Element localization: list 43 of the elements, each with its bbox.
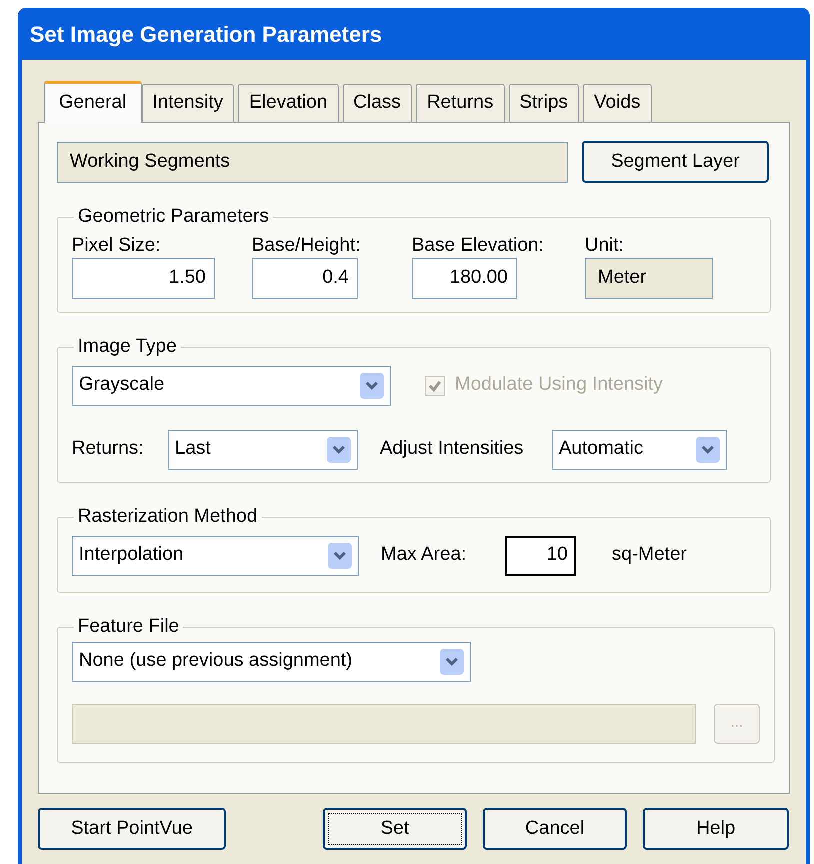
window-title: Set Image Generation Parameters — [30, 20, 382, 49]
tab[interactable]: Voids — [583, 84, 652, 122]
tab[interactable]: Elevation — [238, 84, 339, 122]
unit-label: sq-Meter — [612, 543, 687, 568]
group-title: Image Type — [77, 335, 178, 359]
field-label: Base Elevation: — [412, 234, 546, 258]
unit-field: Meter — [585, 258, 713, 298]
dropdown[interactable]: Grayscale — [72, 366, 391, 406]
tab[interactable]: General — [44, 81, 142, 123]
field-label: Returns: — [72, 437, 145, 462]
group-title: Feature File — [77, 615, 180, 639]
field-label: Max Area: — [381, 543, 468, 568]
chevron-down-icon — [360, 372, 384, 398]
dropdown[interactable]: Last — [168, 430, 358, 470]
tab[interactable]: Class — [342, 84, 412, 122]
dropdown[interactable]: Interpolation — [72, 536, 359, 576]
chevron-down-icon — [696, 436, 720, 462]
dialog-button[interactable]: Start PointVue — [38, 808, 226, 850]
checkbox-label: Modulate Using Intensity — [455, 373, 664, 398]
working-segments-field: Working Segments — [57, 142, 568, 182]
chevron-down-icon — [328, 542, 352, 568]
field-label: Unit: — [585, 234, 626, 258]
check-icon — [428, 378, 442, 392]
segment-layer-button[interactable]: Segment Layer — [582, 141, 769, 183]
input-field[interactable]: 0.4 — [252, 258, 358, 298]
dialog-button[interactable]: Help — [643, 808, 789, 850]
dialog-button[interactable]: Set — [323, 808, 467, 850]
input-field[interactable]: 10 — [505, 536, 576, 576]
field-label: Adjust Intensities — [380, 437, 525, 462]
group-title: Geometric Parameters — [77, 205, 270, 229]
dropdown[interactable]: Automatic — [552, 430, 727, 470]
tab[interactable]: Intensity — [142, 84, 234, 122]
input-field[interactable]: 1.50 — [72, 258, 215, 298]
group-title: Rasterization Method — [77, 505, 259, 529]
dropdown[interactable]: None (use previous assignment) — [72, 642, 471, 682]
tab[interactable]: Returns — [416, 84, 505, 122]
dialog-button[interactable]: Cancel — [483, 808, 627, 850]
field-label: Pixel Size: — [72, 234, 162, 258]
field-label: Base/Height: — [252, 234, 362, 258]
input-field[interactable]: 180.00 — [412, 258, 517, 298]
chevron-down-icon — [327, 436, 351, 462]
chevron-down-icon — [440, 648, 464, 674]
tab[interactable]: Strips — [508, 84, 580, 122]
